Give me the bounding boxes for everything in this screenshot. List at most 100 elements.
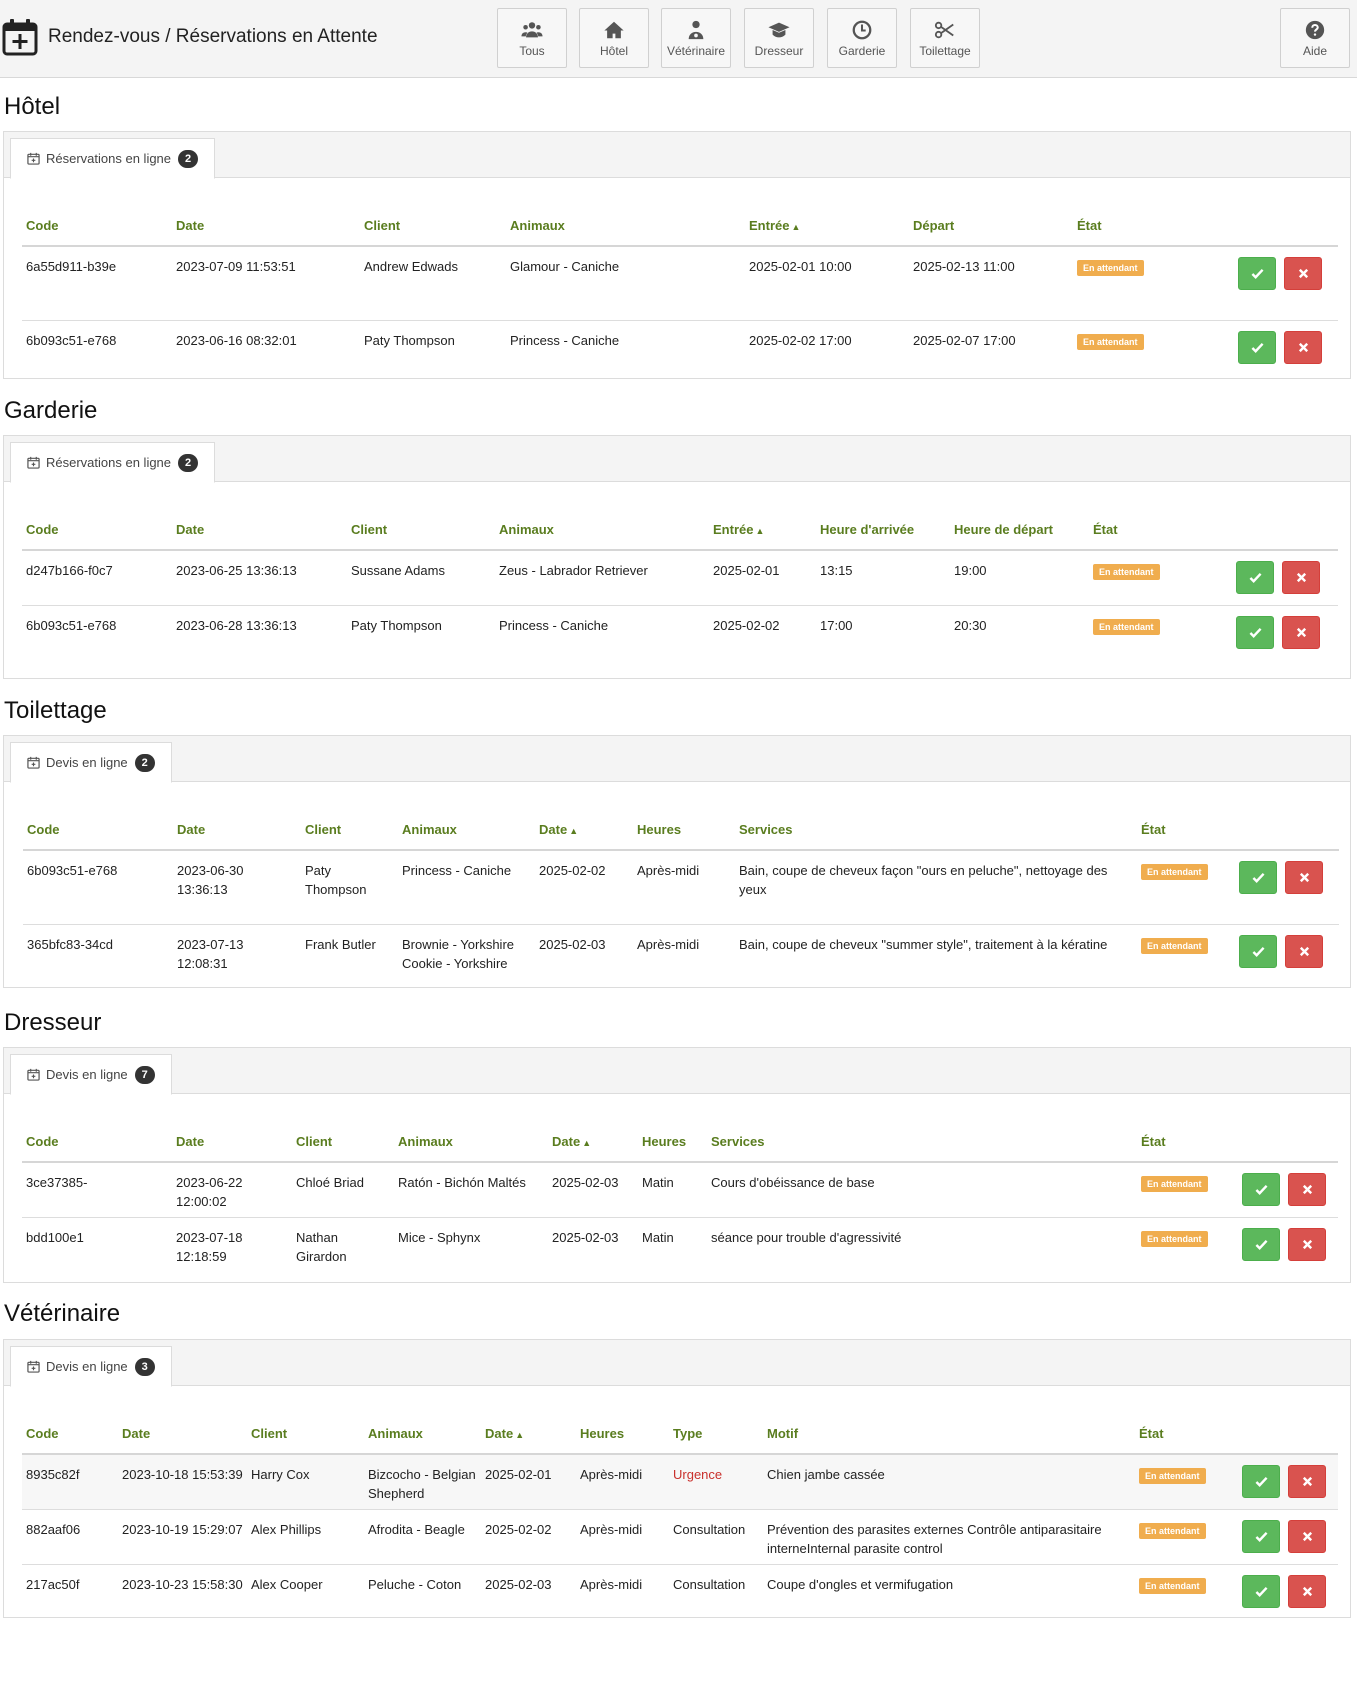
cell-animals: Princess - Caniche [499,617,609,633]
column-header[interactable]: Client [292,1122,394,1163]
accept-button[interactable] [1236,615,1274,649]
toilettage-table: Code Date Client Animaux Date ▲ Heures Se… [23,810,1339,988]
column-header[interactable]: Date [118,1414,247,1455]
column-header[interactable]: Services [735,810,1137,851]
tab-devis-en-ligne[interactable]: Devis en ligne 2 [10,742,172,783]
reject-button[interactable] [1284,330,1322,364]
accept-button[interactable] [1238,257,1276,290]
tab-devis-en-ligne[interactable]: Devis en ligne 7 [10,1054,172,1095]
column-header[interactable]: État [1073,206,1234,247]
column-header[interactable]: État [1137,1122,1238,1163]
cell-services: Cours d'obéissance de base [707,1162,1137,1218]
reject-button[interactable] [1288,1465,1326,1498]
reject-button[interactable] [1284,257,1322,290]
table-row: d247b166-f0c7 2023-06-25 13:36:13 Sussan… [22,550,1338,606]
column-header[interactable]: Animaux [495,510,709,551]
help-button[interactable]: Aide [1280,8,1350,68]
table-row: 217ac50f 2023-10-23 15:58:30 Alex Cooper… [22,1564,1338,1622]
column-header[interactable]: Code [22,1414,118,1455]
cell-code: bdd100e1 [26,1229,84,1245]
column-header[interactable]: Date [172,510,347,551]
column-header-sorted[interactable]: Date ▲ [548,1122,638,1163]
garderie-table: Code Date Client Animaux Entrée ▲ Heure d… [22,510,1338,665]
accept-button[interactable] [1242,1519,1280,1553]
cell-reason: Chien jambe cassée [763,1454,1135,1510]
accept-button[interactable] [1239,934,1277,968]
column-header[interactable]: Heures [576,1414,669,1455]
column-header[interactable]: Client [247,1414,364,1455]
column-header[interactable]: Services [707,1122,1137,1163]
column-header[interactable]: Client [301,810,398,851]
cell-client: Nathan Girardon [296,1229,347,1264]
column-header[interactable]: Animaux [394,1122,548,1163]
column-header[interactable]: État [1135,1414,1238,1455]
nav-button-toilettage[interactable]: Toilettage [910,8,980,68]
column-header[interactable]: Code [22,206,172,247]
column-header[interactable]: Date [173,810,301,851]
check-icon [1255,1586,1267,1597]
accept-button[interactable] [1242,1574,1280,1608]
column-header[interactable]: Heures [638,1122,707,1163]
table-row: bdd100e1 2023-07-18 12:18:59 Nathan Gira… [22,1217,1338,1279]
cell-appointment-date: 2025-02-03 [539,936,606,952]
check-icon [1252,872,1264,883]
column-header[interactable]: Type [669,1414,763,1455]
reject-button[interactable] [1285,861,1323,894]
garderie-panel: Réservations en ligne 2 Code Date Client… [3,435,1351,679]
column-header[interactable]: Motif [763,1414,1135,1455]
column-header[interactable]: Date [172,206,360,247]
cell-code: 882aaf06 [22,1509,118,1565]
column-header[interactable]: Heure de départ [950,510,1089,551]
reject-button[interactable] [1285,934,1323,968]
reject-button[interactable] [1288,1574,1326,1608]
cell-code: 6a55d911-b39e [22,246,172,321]
accept-button[interactable] [1242,1173,1280,1206]
accept-button[interactable] [1239,861,1277,894]
reject-button[interactable] [1282,615,1320,649]
accept-button[interactable] [1242,1465,1280,1498]
column-header[interactable]: Client [347,510,495,551]
column-header[interactable]: Code [22,510,172,551]
count-badge: 2 [178,149,199,168]
accept-button[interactable] [1242,1227,1280,1261]
column-header[interactable]: Animaux [364,1414,481,1455]
tab-reservations-en-ligne[interactable]: Réservations en ligne 2 [10,442,216,483]
nav-button-tous[interactable]: Tous [497,8,567,68]
reject-button[interactable] [1288,1519,1326,1553]
cell-reason: Coupe d'ongles et vermifugation [767,1576,954,1592]
column-header-sorted[interactable]: Date ▲ [481,1414,576,1455]
column-header[interactable]: Heure d'arrivée [816,510,950,551]
column-header[interactable]: Animaux [398,810,535,851]
column-header[interactable]: État [1137,810,1235,851]
nav-button-hotel[interactable]: Hôtel [579,8,649,68]
column-header[interactable]: Date [172,1122,292,1163]
column-header[interactable]: Heures [633,810,735,851]
column-header-sorted[interactable]: Entrée ▲ [709,510,816,551]
tab-devis-en-ligne[interactable]: Devis en ligne 3 [10,1346,172,1387]
reject-button[interactable] [1288,1227,1326,1261]
nav-button-dresseur[interactable]: Dresseur [744,8,814,68]
accept-button[interactable] [1236,561,1274,594]
cell-client: Paty Thompson [351,617,442,633]
column-header-sorted[interactable]: Entrée ▲ [745,206,909,247]
check-icon [1251,342,1263,353]
nav-button-veterinaire[interactable]: Vétérinaire [661,8,731,68]
cell-reason: Prévention des parasites externes Contrô… [763,1509,1135,1565]
reject-button[interactable] [1282,561,1320,594]
column-header[interactable]: Code [22,1122,172,1163]
column-header-sorted[interactable]: Date ▲ [535,810,633,851]
cell-date: 2023-06-25 13:36:13 [172,550,347,606]
reject-button[interactable] [1288,1173,1326,1206]
tab-reservations-en-ligne[interactable]: Réservations en ligne 2 [10,138,216,179]
calendar-plus-icon [27,756,40,769]
accept-button[interactable] [1238,330,1276,364]
column-header[interactable]: Départ [909,206,1073,247]
status-badge: En attendant [1077,333,1144,350]
column-header[interactable]: Animaux [506,206,745,247]
cell-date: 2023-06-30 13:36:13 [173,850,301,925]
column-header[interactable]: Code [23,810,173,851]
column-header[interactable]: Client [360,206,506,247]
check-icon [1255,1531,1267,1542]
column-header[interactable]: État [1089,510,1232,551]
nav-button-garderie[interactable]: Garderie [827,8,897,68]
